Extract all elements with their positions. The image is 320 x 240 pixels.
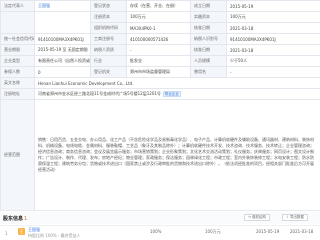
- export-button[interactable]: ⇩导出数据: [282, 214, 308, 221]
- section-title-text: 股东信息: [3, 216, 24, 222]
- industry-label: 行业: [90, 55, 127, 67]
- shareholder-date: 2015-05-19: [256, 229, 280, 234]
- industry-value: 批发业: [126, 55, 191, 67]
- insured-value: 0: [34, 66, 91, 78]
- legal-rep-label: 法定代表人: [0, 0, 35, 12]
- authority-value: 郑州市市场监督管理局: [126, 66, 191, 78]
- legal-rep-blank-value: [34, 11, 91, 34]
- legal-rep-value[interactable]: 王国强: [34, 0, 91, 12]
- authority-label: 登记机关: [90, 66, 127, 78]
- credit-code-label: 统一社会信用代码: [0, 33, 35, 45]
- approve-date-value-2: 2021-03-18: [226, 22, 320, 34]
- est-date-value: 2015-05-19: [226, 0, 320, 12]
- former-name-label: 曾用名: [190, 66, 227, 78]
- scope-label: 经营范围: [0, 99, 35, 211]
- export-icon: ⇩: [286, 215, 289, 219]
- address-cell: 河南省郑州市金水区经三路北段11号金成时代广场5号楼12层1201号 附近企业: [34, 88, 320, 100]
- biz-reg-no-label: 工商注册号: [90, 33, 127, 45]
- section-count: 1: [24, 216, 28, 222]
- scope-value: 销售：日用百货、五金交电、办公用品、化工产品（不含危险化学品及易制毒化学品）、电…: [34, 99, 320, 211]
- reg-status-value: 存续（在营、开业、在册）: [126, 0, 191, 12]
- address-value: 河南省郑州市金水区经三路北段11号金成时代广场5号楼12层1201号: [38, 91, 161, 96]
- address-label: 注册地址: [0, 88, 35, 100]
- export-label: 导出数据: [289, 215, 304, 219]
- taxpayer-no-value: 91410100MA3X4PK01J: [226, 33, 320, 45]
- shareholder-amount: 100万元: [205, 229, 221, 234]
- reg-capital-value: 100万元: [126, 11, 191, 23]
- taxpayer-no-label: 纳税人识别号: [190, 33, 227, 45]
- equity-chart-label: 股权结构: [252, 215, 267, 219]
- approve-date-label: 核准日期: [190, 44, 227, 56]
- est-date-label: 成立日期: [190, 0, 227, 12]
- paid-capital-label: 实缴资本: [190, 11, 227, 23]
- paid-capital-value: 100万元: [226, 11, 320, 23]
- english-name-label: 英文名称: [0, 77, 35, 89]
- table-row[interactable]: 1 王 王国强 持股比例 100% · 最终受益人 100% 100万元 201…: [0, 225, 320, 240]
- approve-date-value: 2021-03-18: [226, 44, 320, 56]
- shareholder-ratio: 100%: [150, 229, 162, 234]
- equity-chart-button[interactable]: ◔股权结构: [244, 214, 271, 221]
- taxpayer-qual-label: 纳税人资质: [90, 44, 127, 56]
- biz-reg-no-value: 410100000571426: [126, 33, 191, 45]
- reg-status-label: 登记状态: [90, 0, 127, 12]
- chart-icon: ◔: [248, 215, 252, 219]
- org-code-value-2: MA3X4PK0-1: [126, 22, 191, 34]
- english-name-value: Henan Lianhui Economic Development Co., …: [34, 77, 320, 89]
- shareholder-date-2: 2021-03-18: [290, 229, 314, 234]
- biz-term-value: 2015-05-19 至 无固定期限: [34, 44, 91, 56]
- section-divider: [0, 210, 320, 211]
- legal-rep-blank-label: [0, 11, 35, 34]
- approve-date-label-2: 核准日期: [190, 22, 227, 34]
- insured-label: 参保人数: [0, 66, 35, 78]
- company-info-table: 法定代表人 王国强 登记状态 存续（在营、开业、在册） 成立日期 2015-05…: [0, 0, 320, 211]
- biz-term-label: 营业期限: [0, 44, 35, 56]
- avatar: 王: [18, 228, 25, 235]
- legal-rep-link[interactable]: 王国强: [38, 3, 50, 8]
- org-code-label-2: 组织机构代码: [90, 22, 127, 34]
- staff-label: 人员规模: [190, 55, 227, 67]
- taxpayer-qual-value: -: [126, 44, 191, 56]
- nearby-companies-tag[interactable]: 附近企业: [162, 91, 181, 97]
- company-type-value: 有限责任公司（自然人投资或控股）: [34, 55, 91, 67]
- staff-value: 少于50人: [226, 55, 320, 67]
- credit-code-value: 91410100MA3X4PK01J: [34, 33, 91, 45]
- company-type-label: 企业类型: [0, 55, 35, 67]
- section-title: 股东信息1: [3, 215, 27, 222]
- former-name-value: -: [226, 66, 320, 78]
- reg-capital-label: 注册资本: [90, 11, 127, 23]
- row-number: 1: [5, 231, 8, 236]
- shareholder-subtext: 持股比例 100% · 最终受益人: [28, 233, 81, 238]
- shareholder-section-header: 股东信息1 ◔股权结构 ⇩导出数据: [0, 212, 320, 224]
